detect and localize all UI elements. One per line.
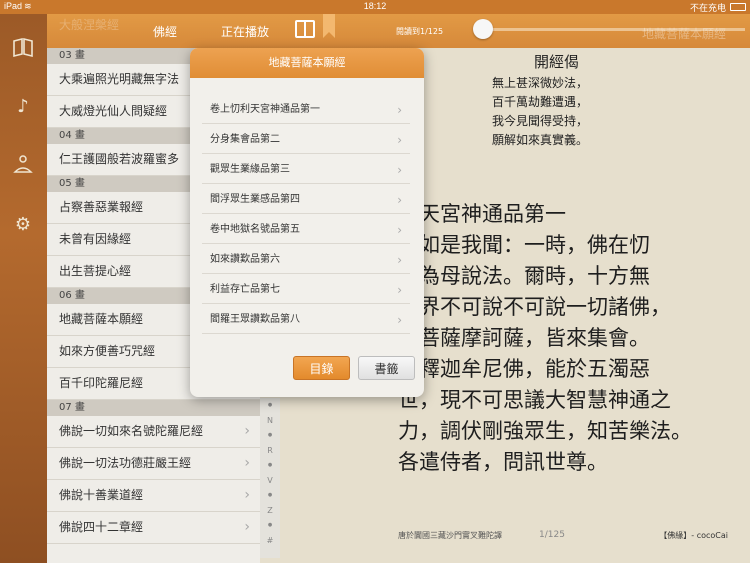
app-credit: 【佛緣】- cocoCai	[659, 531, 728, 540]
list-item-label: 佛說四十二章經	[59, 520, 144, 534]
chevron-right-icon: ›	[244, 519, 250, 535]
chapter-label: 閻羅王眾讚歎品第八	[210, 314, 300, 325]
list-item-label: 仁王護國般若波羅蜜多	[59, 152, 180, 166]
reading-progress-label: 閱讀到1/125	[396, 27, 444, 36]
body-text-line: 嘆釋迦牟尼佛，能於五濁惡	[398, 357, 650, 381]
background-title: 大般涅槃經	[59, 18, 120, 32]
chevron-right-icon: ›	[397, 283, 402, 297]
chapter-label: 閻浮眾生業感品第四	[210, 194, 300, 205]
chapter-label: 利益存亡品第七	[210, 284, 280, 295]
list-item[interactable]: 佛說十善業道經 ›	[47, 480, 260, 512]
side-rail: ♪ ⚙	[0, 14, 47, 563]
index-letter[interactable]: N	[260, 416, 280, 425]
tab-now-playing[interactable]: 正在播放	[221, 23, 269, 40]
chevron-right-icon: ›	[397, 193, 402, 207]
chapter-label: 如來讚歎品第六	[210, 254, 280, 265]
settings-icon[interactable]: ⚙	[12, 214, 34, 236]
list-item-label: 出生菩提心經	[59, 264, 132, 278]
list-item-label: 未曾有因緣經	[59, 232, 132, 246]
section-header: 07 畫	[47, 400, 260, 416]
list-item[interactable]: 佛說四十二章經 ›	[47, 512, 260, 544]
status-bar: iPad ≋ 18:12 不在充电	[0, 0, 750, 14]
chevron-right-icon: ›	[397, 103, 402, 117]
index-dot: ●	[267, 522, 273, 528]
translator-credit: 唐於闐國三藏沙門實叉難陀譯	[398, 531, 502, 540]
chapter-item[interactable]: 觀眾生業緣品第三 ›	[202, 156, 410, 184]
verse-line: 無上甚深微妙法，	[492, 76, 589, 90]
list-item-label: 地藏菩薩本願經	[59, 312, 144, 326]
list-item-label: 佛說十善業道經	[59, 488, 144, 502]
body-text-line: 各遣侍者，問訊世尊。	[398, 450, 608, 474]
charging-status: 不在充电	[689, 3, 726, 13]
index-dot: ●	[267, 432, 273, 438]
book-icon[interactable]	[12, 36, 34, 58]
chevron-right-icon: ›	[397, 253, 402, 267]
chapter-label: 觀眾生業緣品第三	[210, 164, 290, 175]
background-book-title: 地藏菩薩本願經	[641, 27, 726, 41]
chapter-item[interactable]: 閻浮眾生業感品第四 ›	[202, 186, 410, 214]
body-text-line: 天為母說法。爾時，十方無	[398, 264, 650, 288]
verse-line: 百千萬劫難遭遇，	[492, 95, 589, 109]
chapter-label: 卷中地獄名號品第五	[210, 224, 300, 235]
body-text-line: 如是我聞：一時，佛在忉	[398, 233, 650, 257]
index-letter[interactable]: #	[260, 536, 280, 545]
body-text-line: 大菩薩摩訶薩，皆來集會。	[398, 326, 650, 350]
popover-title: 地藏菩薩本願經	[190, 48, 424, 78]
verse-line: 願解如來真實義。	[492, 133, 589, 147]
chevron-right-icon: ›	[244, 423, 250, 439]
chevron-right-icon: ›	[397, 133, 402, 147]
progress-slider-knob[interactable]	[473, 19, 493, 39]
list-item-label: 占察善惡業報經	[59, 200, 144, 214]
chapter-label: 卷上忉利天宮神通品第一	[210, 104, 320, 115]
chevron-right-icon: ›	[397, 313, 402, 327]
chapter-item[interactable]: 利益存亡品第七 ›	[202, 276, 410, 304]
chevron-right-icon: ›	[244, 487, 250, 503]
toc-button[interactable]: 目錄	[293, 356, 350, 380]
battery-icon	[730, 3, 746, 11]
meditation-icon[interactable]	[12, 154, 34, 176]
chapter-popover: 地藏菩薩本願經 目錄 書籤 卷上忉利天宮神通品第一 › 分身集會品第二 › 觀眾生業緣品…	[190, 48, 424, 397]
chapter-item[interactable]: 分身集會品第二 ›	[202, 126, 410, 154]
body-text-line: 力，調伏剛強眾生，知苦樂法。	[398, 419, 692, 443]
verse-line: 我今見聞得受持，	[492, 114, 589, 128]
bookmark-icon[interactable]	[323, 14, 335, 38]
chapter-label: 分身集會品第二	[210, 134, 280, 145]
index-dot: ●	[267, 402, 273, 408]
index-letter[interactable]: R	[260, 446, 280, 455]
list-item[interactable]: 佛說一切法功德莊嚴王經 ›	[47, 448, 260, 480]
verse-title: 開經偈	[534, 53, 580, 71]
list-item-label: 大威燈光仙人問疑經	[59, 104, 168, 118]
index-letter[interactable]: V	[260, 476, 280, 485]
clock: 18:12	[363, 1, 387, 11]
index-letter[interactable]: Z	[260, 506, 280, 515]
page-indicator: 1/125	[539, 530, 565, 540]
body-text-line: 世，現不可思議大智慧神通之	[398, 388, 671, 412]
list-item-label: 佛說一切法功德莊嚴王經	[59, 456, 192, 470]
list-item[interactable]: 佛說一切如來名號陀羅尼經 ›	[47, 416, 260, 448]
chapter-item[interactable]: 卷中地獄名號品第五 ›	[202, 216, 410, 244]
list-item-label: 佛說一切如來名號陀羅尼經	[59, 424, 204, 438]
music-icon[interactable]: ♪	[12, 96, 34, 118]
list-item-label: 如來方便善巧咒經	[59, 344, 156, 358]
index-dot: ●	[267, 462, 273, 468]
chapter-item[interactable]: 閻羅王眾讚歎品第八 ›	[202, 306, 410, 334]
index-dot: ●	[267, 492, 273, 498]
index-bar[interactable]: N ● R ● V ● Z ● # ●	[260, 398, 280, 558]
chevron-right-icon: ›	[397, 223, 402, 237]
chevron-right-icon: ›	[397, 163, 402, 177]
chapter-item[interactable]: 卷上忉利天宮神通品第一 ›	[202, 96, 410, 124]
list-item-label: 百千印陀羅尼經	[59, 376, 144, 390]
open-book-icon[interactable]	[295, 20, 315, 38]
bookmarks-button[interactable]: 書籤	[358, 356, 415, 380]
body-text-line: 世界不可說不可說一切諸佛，	[398, 295, 671, 319]
chevron-right-icon: ›	[244, 455, 250, 471]
top-toolbar: 大般涅槃經 佛經 正在播放 閱讀到1/125 地藏菩薩本願經	[47, 14, 750, 48]
list-item-label: 大乘遍照光明藏無字法	[59, 72, 180, 86]
chapter-item[interactable]: 如來讚歎品第六 ›	[202, 246, 410, 274]
tab-sutra[interactable]: 佛經	[153, 23, 177, 40]
